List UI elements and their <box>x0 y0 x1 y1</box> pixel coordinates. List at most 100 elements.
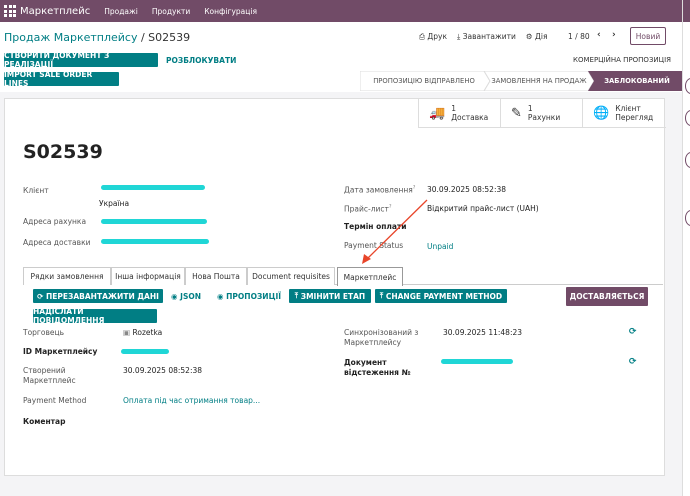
payment-status-label: Payment Status <box>344 241 404 250</box>
invoices-label: Рахунки <box>527 113 561 122</box>
pager-prev-icon[interactable]: ‹ <box>597 30 601 40</box>
invoice-address-label: Адреса рахунка <box>23 217 87 226</box>
reload-data-label: ПЕРЕЗАВАНТАЖИТИ ДАНІ <box>46 291 159 301</box>
print-button[interactable]: ⎙ Друк <box>419 32 447 42</box>
created-value: 30.09.2025 08:52:38 <box>123 366 203 375</box>
breadcrumb-parent[interactable]: Продаж Маркетплейсу <box>4 31 137 44</box>
tracking-refresh-icon[interactable]: ⟳ <box>629 357 637 367</box>
gear-icon: ⚙ <box>525 32 533 41</box>
top-navbar: Маркетплейс Продажі Продукти Конфігураці… <box>0 0 682 22</box>
pricelist-value[interactable]: Відкритий прайс-лист (UAH) <box>427 204 539 213</box>
circle-icon <box>685 78 690 94</box>
circle-icon <box>685 110 690 126</box>
breadcrumb: Продаж Маркетплейсу / S02539 <box>4 31 190 44</box>
tab-other-info[interactable]: Інша інформація <box>111 267 185 285</box>
change-payment-method-button[interactable]: ⤒ CHANGE PAYMENT METHOD <box>375 289 507 303</box>
payment-status-value: Unpaid <box>427 242 454 251</box>
tab-document-requisites[interactable]: Document requisites <box>247 267 335 285</box>
print-icon: ⎙ <box>419 32 425 41</box>
order-date-label: Дата замовлення? <box>344 185 416 195</box>
apps-grid-icon[interactable] <box>2 3 18 19</box>
customer-country: Україна <box>99 199 130 208</box>
invoices-smart-button[interactable]: ✎ 1 Рахунки <box>500 99 582 127</box>
delivery-address-redaction <box>101 239 209 244</box>
delivery-smart-button[interactable]: 🚚 1 Доставка <box>418 99 500 127</box>
customer-redaction <box>101 185 205 190</box>
merchant-value: ▣ Rozetka <box>123 328 162 337</box>
invoice-address-redaction <box>101 219 207 224</box>
print-label: Друк <box>427 32 447 41</box>
commercial-offer-button[interactable]: КОМЕРЦІЙНА ПРОПОЗИЦІЯ <box>573 56 671 64</box>
delivery-count: 1 <box>451 104 456 113</box>
circle-icon <box>685 152 690 168</box>
preview-label-bottom: Перегляд <box>615 113 654 122</box>
merchant-name: Rozetka <box>132 328 163 337</box>
unlock-button[interactable]: РОЗБЛОКУВАТИ <box>166 56 236 65</box>
json-button[interactable]: ◉ JSON <box>171 292 201 301</box>
order-date-value[interactable]: 30.09.2025 08:52:38 <box>427 185 506 194</box>
truck-icon: 🚚 <box>429 105 446 121</box>
download-label: Завантажити <box>462 32 516 41</box>
app-brand[interactable]: Маркетплейс <box>20 6 90 17</box>
json-label: JSON <box>180 292 202 301</box>
record-title: S02539 <box>23 141 103 163</box>
breadcrumb-separator: / <box>137 31 149 44</box>
breadcrumb-current: S02539 <box>148 31 191 44</box>
tracking-label: Документ відстеження № <box>344 358 411 377</box>
stage-locked[interactable]: ЗАБЛОКОВАНИЙ <box>594 74 680 88</box>
customer-preview-button[interactable]: 🌐 Клієнт Перегляд <box>582 99 666 127</box>
merchant-label: Торговець <box>23 328 65 337</box>
form-sheet: 🚚 1 Доставка ✎ 1 Рахунки 🌐 Клієнт Перегляд … <box>4 98 666 476</box>
payment-method-label: Payment Method <box>23 396 87 405</box>
change-payment-method-label: CHANGE PAYMENT METHOD <box>385 291 503 301</box>
notebook-tabs: Рядки замовлення Інша інформація Нова По… <box>23 267 663 286</box>
change-stage-label: ЗМІНИТИ ЕТАП <box>300 291 366 301</box>
pager-value[interactable]: 1 / 80 <box>568 32 590 41</box>
reload-data-button[interactable]: ⟳ ПЕРЕЗАВАНТАЖИТИ ДАНІ <box>33 289 163 303</box>
comment-label: Коментар <box>23 417 66 426</box>
tab-marketplace[interactable]: Маркетплейс <box>337 267 403 286</box>
download-button[interactable]: ⤓ Завантажити <box>457 32 516 42</box>
eye-icon: ◉ <box>217 292 227 301</box>
globe-icon: 🌐 <box>593 105 610 121</box>
send-message-button[interactable]: НАДІСЛАТИ ПОВІДОМЛЕННЯ <box>33 307 157 325</box>
offers-button[interactable]: ◉ ПРОПОЗИЦІЇ <box>217 292 281 301</box>
payment-method-value[interactable]: Оплата під час отримання товар... <box>123 396 260 405</box>
invoices-count: 1 <box>527 104 533 113</box>
pricelist-label: Прайс-лист? <box>344 204 392 214</box>
offers-label: ПРОПОЗИЦІЇ <box>226 292 282 301</box>
eye-icon: ◉ <box>171 292 181 301</box>
tracking-redaction <box>441 359 513 364</box>
tab-nova-poshta[interactable]: Нова Пошта <box>185 267 247 285</box>
created-label: Створений Маркетплейс <box>23 366 76 385</box>
customer-label: Клієнт <box>23 186 49 195</box>
preview-label-top: Клієнт <box>615 104 641 113</box>
stage-sent[interactable]: ПРОПОЗИЦІЮ ВІДПРАВЛЕНО <box>362 74 486 88</box>
new-button[interactable]: Новий <box>630 27 666 45</box>
marketplace-id-redaction <box>121 349 169 354</box>
action-label: Дія <box>535 32 548 41</box>
import-lines-button[interactable]: IMPORT SALE ORDER LINES <box>4 70 119 88</box>
payment-terms-label: Термін оплати <box>344 222 407 231</box>
chatter-panel-edge <box>682 0 690 496</box>
download-icon: ⤓ <box>456 32 461 41</box>
delivery-label: Доставка <box>451 113 489 122</box>
action-button[interactable]: ⚙ Дія <box>526 32 548 42</box>
stage-sale-order[interactable]: ЗАМОВЛЕННЯ НА ПРОДАЖ <box>490 74 588 88</box>
create-document-button[interactable]: СТВОРИТИ ДОКУМЕНТ З РЕАЛІЗАЦІЇ <box>4 51 158 69</box>
control-panel: Продаж Маркетплейсу / S02539 ⎙ Друк ⤓ За… <box>0 22 682 92</box>
change-stage-button[interactable]: ⤒ ЗМІНИТИ ЕТАП <box>289 289 371 303</box>
menu-products[interactable]: Продукти <box>152 7 190 16</box>
delivered-status-button[interactable]: ДОСТАВЛЯЄТЬСЯ <box>566 287 648 306</box>
synced-value: 30.09.2025 11:48:23 <box>443 328 523 337</box>
edit-icon: ✎ <box>511 105 522 121</box>
synced-label: Синхронізований з Маркетплейсу <box>344 328 419 347</box>
sync-refresh-icon[interactable]: ⟳ <box>629 327 637 337</box>
circle-icon <box>685 210 690 226</box>
marketplace-id-label: ID Маркетплейсу <box>23 347 98 356</box>
menu-sales[interactable]: Продажі <box>104 7 138 16</box>
tab-order-lines[interactable]: Рядки замовлення <box>23 267 111 285</box>
pager-next-icon[interactable]: › <box>612 30 616 40</box>
menu-configuration[interactable]: Конфігурація <box>204 7 257 16</box>
refresh-icon: ⟳ <box>37 291 46 301</box>
